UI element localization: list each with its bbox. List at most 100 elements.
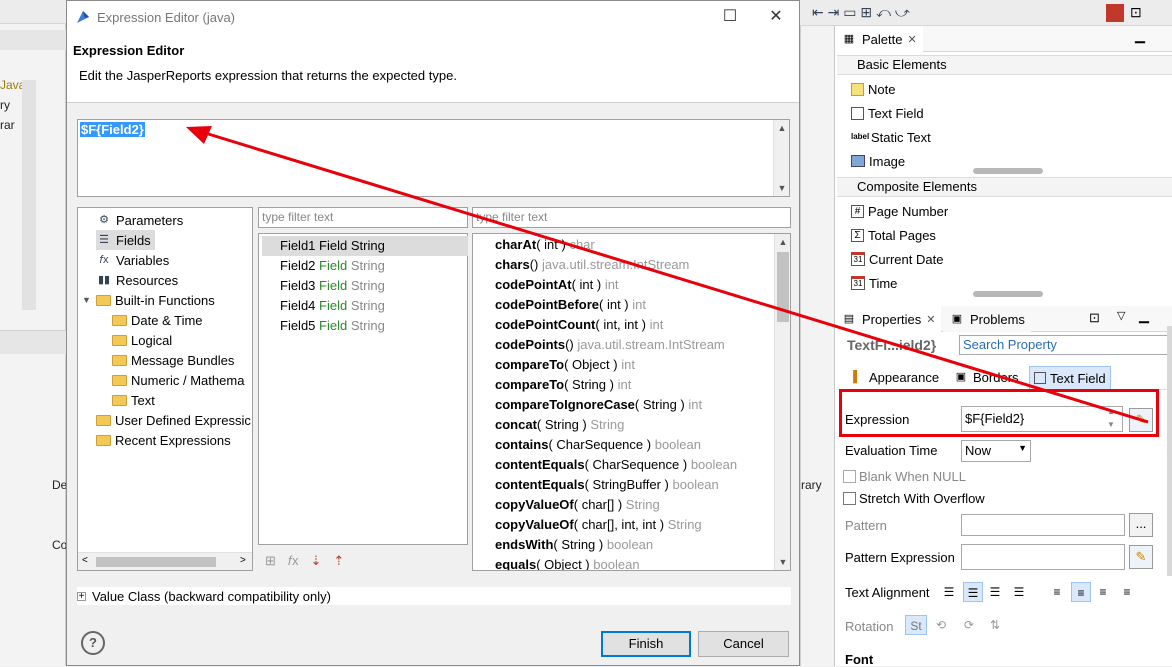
field-item[interactable]: Field5 Field String bbox=[262, 316, 468, 336]
tab-borders[interactable]: ▣ Borders bbox=[953, 369, 1019, 385]
search-property-input[interactable]: Search Property bbox=[959, 335, 1172, 355]
tab-properties[interactable]: ▤ Properties ✕ bbox=[835, 306, 942, 332]
align-justify-icon[interactable]: ☰ bbox=[1009, 582, 1029, 602]
edit-expression-button[interactable]: ✎ bbox=[1129, 408, 1153, 432]
field-item[interactable]: Field2 Field String bbox=[262, 256, 468, 276]
close-icon[interactable]: ✕ bbox=[907, 33, 916, 46]
tree-item[interactable]: Logical bbox=[112, 330, 172, 350]
help-button[interactable]: ? bbox=[81, 631, 105, 655]
tree-item[interactable]: 𝑓x Variables bbox=[96, 250, 170, 270]
tree-item[interactable]: ☰ Fields bbox=[96, 230, 155, 250]
tree-item[interactable]: ⚙ Parameters bbox=[96, 210, 183, 230]
method-item[interactable]: contentEquals( StringBuffer ) boolean bbox=[495, 475, 719, 495]
palette-item-static-text[interactable]: label Static Text bbox=[851, 126, 931, 148]
field-item[interactable]: Field3 Field String bbox=[262, 276, 468, 296]
perspective-icon[interactable] bbox=[1106, 4, 1124, 22]
pattern-expression-field[interactable] bbox=[961, 544, 1125, 570]
align-center-icon[interactable]: ☰ bbox=[963, 582, 983, 602]
tab-text-field[interactable]: Text Field bbox=[1029, 366, 1111, 390]
value-class-section[interactable]: + Value Class (backward compatibility on… bbox=[77, 587, 791, 605]
palette-scroll-thumb[interactable] bbox=[973, 168, 1043, 174]
palette-group-basic-elements[interactable]: Basic Elements bbox=[837, 55, 1172, 75]
tree-item[interactable]: Text bbox=[112, 390, 155, 410]
palette-item-note[interactable]: Note bbox=[851, 78, 895, 100]
palette-item-image[interactable]: Image bbox=[851, 150, 905, 172]
method-item[interactable]: endsWith( String ) boolean bbox=[495, 535, 653, 555]
align-justify-vertical-icon[interactable]: ≡ bbox=[1117, 582, 1137, 602]
pattern-field[interactable] bbox=[961, 514, 1125, 536]
expand-icon[interactable]: + bbox=[77, 591, 86, 601]
edit-pattern-expression-button[interactable]: ✎ bbox=[1129, 545, 1153, 569]
maximize-button[interactable]: ☐ bbox=[707, 1, 753, 33]
method-item[interactable]: codePoints() java.util.stream.IntStream bbox=[495, 335, 725, 355]
tab-palette[interactable]: ▦ Palette ✕ bbox=[835, 26, 923, 52]
expression-field[interactable]: $F{Field2} bbox=[961, 406, 1123, 432]
scroll-thumb[interactable] bbox=[96, 557, 216, 567]
rotation-upside-down-icon[interactable]: ⇅ bbox=[985, 615, 1005, 635]
scroll-down-icon[interactable]: ▼ bbox=[774, 180, 790, 196]
tree-item[interactable]: ▼ Built-in Functions bbox=[82, 290, 215, 310]
tree-hscrollbar[interactable]: < > bbox=[78, 552, 252, 570]
method-item[interactable]: compareTo( String ) int bbox=[495, 375, 631, 395]
tree-item[interactable]: Message Bundles bbox=[112, 350, 234, 370]
rotation-left-icon[interactable]: ⟲ bbox=[931, 615, 951, 635]
tree-item[interactable]: Recent Expressions bbox=[96, 430, 231, 450]
pin-icon[interactable]: ⊡ bbox=[1089, 310, 1100, 326]
method-item[interactable]: compareToIgnoreCase( String ) int bbox=[495, 395, 702, 415]
scroll-thumb[interactable] bbox=[777, 252, 789, 322]
spin-down-icon[interactable]: ▼ bbox=[1107, 420, 1115, 429]
method-item[interactable]: concat( String ) String bbox=[495, 415, 624, 435]
tree-item[interactable]: User Defined Expressic bbox=[96, 410, 251, 430]
expression-text-area[interactable]: $F{Field2} ▲ ▼ bbox=[77, 119, 790, 197]
expression-scrollbar[interactable]: ▲ ▼ bbox=[773, 120, 789, 196]
method-item[interactable]: codePointBefore( int ) int bbox=[495, 295, 646, 315]
scroll-right-icon[interactable]: > bbox=[240, 555, 246, 566]
palette-item-current-date[interactable]: 31 Current Date bbox=[851, 248, 943, 270]
insert-icon[interactable]: ⊞ bbox=[265, 553, 276, 569]
close-button[interactable]: ✕ bbox=[753, 1, 799, 33]
method-item[interactable]: chars() java.util.stream.IntStream bbox=[495, 255, 689, 275]
scroll-left-icon[interactable]: < bbox=[82, 555, 88, 566]
font-section-label[interactable]: Font bbox=[845, 652, 873, 667]
cancel-button[interactable]: Cancel bbox=[698, 631, 789, 657]
align-toolbar-icons[interactable]: ⇤ ⇥ ▭ ⊞ ⤺ ⤻ bbox=[812, 4, 910, 21]
fields-filter-input[interactable]: type filter text bbox=[258, 207, 468, 228]
function-icon[interactable]: 𝑓x bbox=[288, 553, 299, 569]
field-item[interactable]: Field1 Field String bbox=[262, 236, 468, 256]
finish-button[interactable]: Finish bbox=[601, 631, 691, 657]
close-icon[interactable]: ✕ bbox=[926, 313, 935, 326]
method-item[interactable]: contentEquals( CharSequence ) boolean bbox=[495, 455, 737, 475]
method-item[interactable]: copyValueOf( char[], int, int ) String bbox=[495, 515, 702, 535]
palette-scroll-thumb[interactable] bbox=[973, 291, 1043, 297]
align-bottom-icon[interactable]: ≡ bbox=[1093, 582, 1113, 602]
rotation-right-icon[interactable]: ⟳ bbox=[959, 615, 979, 635]
palette-group-composite-elements[interactable]: Composite Elements bbox=[837, 177, 1172, 197]
tree-item[interactable]: ▮▮ Resources bbox=[96, 270, 178, 290]
align-left-icon[interactable]: ☰ bbox=[939, 582, 959, 602]
stretch-with-overflow-checkbox[interactable]: Stretch With Overflow bbox=[843, 491, 985, 506]
methods-scrollbar[interactable]: ▲ ▼ bbox=[774, 234, 790, 570]
palette-item-text-field[interactable]: Text Field bbox=[851, 102, 924, 124]
spin-up-icon[interactable]: ▲ bbox=[1107, 407, 1115, 416]
scroll-up-icon[interactable]: ▲ bbox=[774, 120, 790, 136]
method-item[interactable]: codePointAt( int ) int bbox=[495, 275, 619, 295]
tab-appearance[interactable]: ▌ Appearance bbox=[849, 369, 939, 385]
open-perspective-icon[interactable]: ⊡ bbox=[1130, 4, 1142, 21]
method-item[interactable]: contains( CharSequence ) boolean bbox=[495, 435, 701, 455]
properties-scrollbar[interactable] bbox=[1167, 326, 1172, 576]
align-top-icon[interactable]: ≡ bbox=[1047, 582, 1067, 602]
method-item[interactable]: equals( Object ) boolean bbox=[495, 555, 640, 570]
align-right-icon[interactable]: ☰ bbox=[985, 582, 1005, 602]
sort-descending-icon[interactable]: ⇣ bbox=[310, 553, 321, 569]
pattern-browse-button[interactable]: ... bbox=[1129, 513, 1153, 537]
method-item[interactable]: copyValueOf( char[] ) String bbox=[495, 495, 660, 515]
align-middle-icon[interactable]: ≡ bbox=[1071, 582, 1091, 602]
scroll-down-icon[interactable]: ▼ bbox=[775, 554, 790, 570]
sort-ascending-icon[interactable]: ⇡ bbox=[333, 553, 344, 569]
blank-when-null-checkbox[interactable]: Blank When NULL bbox=[843, 469, 966, 484]
method-item[interactable]: codePointCount( int, int ) int bbox=[495, 315, 663, 335]
minimize-icon[interactable]: ▁ bbox=[1135, 28, 1145, 44]
palette-item-time[interactable]: 31 Time bbox=[851, 272, 897, 294]
palette-item-total-pages[interactable]: Σ Total Pages bbox=[851, 224, 936, 246]
methods-filter-input[interactable]: type filter text bbox=[472, 207, 791, 228]
